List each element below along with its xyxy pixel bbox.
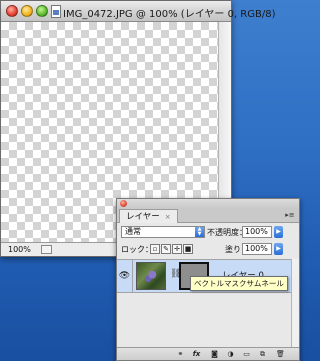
document-titlebar[interactable]: IMG_0472.JPG @ 100% (レイヤー 0, RGB/8) [1, 1, 276, 22]
blend-opacity-row: 通常 ▲ ▼ 不透明度： 100% ▶ [117, 224, 299, 240]
layer-thumbnail[interactable] [136, 262, 166, 290]
fill-field[interactable]: 100% [242, 243, 272, 255]
lock-label: ロック： [121, 245, 153, 254]
close-window-button[interactable] [6, 5, 18, 17]
panel-bottom-bar: ⚭ fx ◙ ◑ ▭ ⧉ 🗑 [117, 347, 299, 360]
opacity-label: 不透明度： [207, 228, 247, 237]
lock-image-icon[interactable]: ✎ [161, 244, 171, 254]
zoom-window-button[interactable] [36, 5, 48, 17]
status-menu-arrow[interactable] [41, 245, 52, 254]
tab-close-icon[interactable]: × [165, 213, 171, 221]
panel-close-button[interactable] [120, 200, 127, 207]
blend-mode-select[interactable]: 通常 ▲ ▼ [121, 226, 205, 238]
fx-icon[interactable]: fx [191, 349, 202, 359]
trash-icon[interactable]: 🗑 [275, 349, 286, 359]
blend-mode-value: 通常 [125, 227, 141, 236]
minimize-window-button[interactable] [21, 5, 33, 17]
document-title: IMG_0472.JPG @ 100% (レイヤー 0, RGB/8) [63, 9, 276, 20]
adjustment-layer-icon[interactable]: ◑ [225, 349, 236, 359]
zoom-level-field[interactable]: 100% [4, 244, 34, 255]
lock-transparency-icon[interactable]: ▫ [150, 244, 160, 254]
new-group-folder-icon[interactable]: ▭ [241, 349, 252, 359]
opacity-slider-arrow-icon[interactable]: ▶ [274, 226, 283, 238]
tab-layers-label: レイヤー [126, 212, 160, 222]
lock-position-icon[interactable]: ✛ [172, 244, 182, 254]
panel-titlebar[interactable] [117, 199, 299, 209]
mask-thumbnail-tooltip: ベクトルマスクサムネール [190, 276, 288, 291]
tab-layers[interactable]: レイヤー × [119, 209, 178, 223]
fill-slider-arrow-icon[interactable]: ▶ [274, 243, 283, 255]
visibility-eye-icon[interactable]: 👁 [117, 260, 133, 292]
document-icon [51, 5, 61, 18]
lock-all-icon[interactable]: ■ [183, 244, 193, 254]
new-layer-icon[interactable]: ⧉ [257, 349, 268, 359]
lock-fill-row: ロック： ▫ ✎ ✛ ■ 塗り： 100% ▶ [117, 241, 299, 257]
link-layers-icon[interactable]: ⚭ [175, 349, 186, 359]
layers-vertical-scrollbar[interactable] [291, 259, 299, 347]
panel-tab-row: レイヤー × ▸≡ [117, 209, 299, 223]
select-arrows-icon: ▲ ▼ [195, 227, 204, 237]
opacity-field[interactable]: 100% [242, 226, 272, 238]
panel-menu-icon[interactable]: ▸≡ [284, 210, 296, 221]
add-mask-icon[interactable]: ◙ [209, 349, 220, 359]
